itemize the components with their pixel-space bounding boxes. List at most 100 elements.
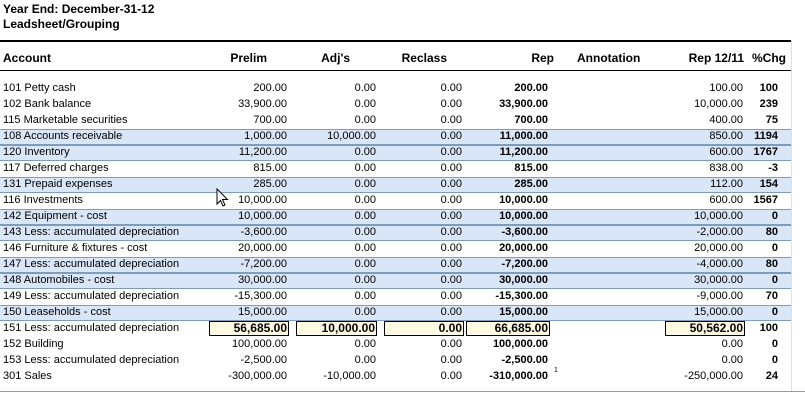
rep-prior-cell: -2,000.00: [696, 226, 743, 238]
rep-prior-cell: 838.00: [709, 162, 743, 174]
table-row[interactable]: 151 Less: accumulated depreciation 56,685…: [0, 321, 791, 337]
reclass-cell: 0.00: [440, 306, 462, 318]
pct-chg-cell: 80: [765, 226, 778, 238]
pct-chg-cell: 70: [765, 290, 778, 302]
pct-chg-cell: 0: [771, 274, 778, 286]
rep-prior-cell[interactable]: 50,562.00: [665, 321, 745, 336]
rep-prior-cell: 400.00: [709, 114, 743, 126]
table-row[interactable]: 120 Inventory 11,200.00 0.00 0.00 11,200.00 6…: [0, 145, 791, 161]
column-header-annotation[interactable]: Annotation: [577, 50, 657, 66]
table-row[interactable]: 102 Bank balance 33,900.00 0.00 0.00 33,900.…: [0, 97, 791, 113]
adjs-cell[interactable]: 10,000.00: [296, 321, 377, 336]
rep-cell: -7,200.00: [501, 258, 548, 270]
column-header-rep-prior[interactable]: Rep 12/11: [660, 50, 744, 66]
table-row[interactable]: 148 Automobiles - cost 30,000.00 0.00 0.00 3…: [0, 273, 791, 289]
pct-chg-cell: 24: [765, 370, 778, 382]
reclass-cell: 0.00: [440, 210, 462, 222]
adjs-cell: 0.00: [354, 290, 376, 302]
rep-prior-cell: 600.00: [709, 146, 743, 158]
rep-prior-cell: 0.00: [721, 354, 743, 366]
table-row[interactable]: 116 Investments 10,000.00 0.00 0.00 10,000.0…: [0, 193, 791, 209]
rep-cell[interactable]: 66,685.00: [466, 321, 550, 336]
reclass-cell: 0.00: [440, 290, 462, 302]
column-header-reclass[interactable]: Reclass: [340, 50, 447, 66]
prelim-cell[interactable]: 56,685.00: [209, 321, 289, 336]
rep-prior-cell: 15,000.00: [694, 306, 743, 318]
adjs-cell: 0.00: [354, 242, 376, 254]
table-row[interactable]: 115 Marketable securities 700.00 0.00 0.00 7…: [0, 113, 791, 129]
rep-prior-cell: 112.00: [710, 178, 743, 190]
adjs-cell: 0.00: [354, 194, 376, 206]
rep-prior-cell: 850.00: [709, 130, 743, 142]
table-row[interactable]: 142 Equipment - cost 10,000.00 0.00 0.00 10,…: [0, 209, 791, 225]
rep-prior-cell: 0.00: [721, 338, 743, 350]
reclass-cell[interactable]: 0.00: [384, 321, 464, 336]
leadsheet-title: Leadsheet/Grouping: [3, 17, 120, 31]
table-row[interactable]: 149 Less: accumulated depreciation -15,30…: [0, 289, 791, 305]
rep-cell: -2,500.00: [501, 354, 548, 366]
rep-prior-cell: -250,000.00: [684, 370, 743, 382]
rep-prior-cell: 100.00: [709, 82, 743, 94]
table-row[interactable]: 150 Leaseholds - cost 15,000.00 0.00 0.00 15…: [0, 305, 791, 321]
pct-chg-cell: 100: [759, 322, 778, 334]
table-row[interactable]: 146 Furniture & fixtures - cost 20,000.00…: [0, 241, 791, 257]
reclass-cell: 0.00: [440, 114, 462, 126]
rep-cell: 11,000.00: [499, 130, 548, 142]
rep-prior-cell: 10,000.00: [694, 98, 743, 110]
pct-chg-cell: 239: [759, 98, 778, 110]
adjs-cell: 0.00: [354, 258, 376, 270]
pct-chg-cell: 1767: [753, 146, 778, 158]
rep-cell: 815.00: [514, 162, 548, 174]
table-row[interactable]: 131 Prepaid expenses 285.00 0.00 0.00 285.00…: [0, 177, 791, 193]
reclass-cell: 0.00: [440, 130, 462, 142]
adjs-cell: 0.00: [354, 114, 376, 126]
reclass-cell: 0.00: [440, 258, 462, 270]
annotation-marker[interactable]: 1: [554, 367, 558, 374]
table-row[interactable]: 147 Less: accumulated depreciation -7,200…: [0, 257, 791, 273]
rep-cell: 11,200.00: [499, 146, 548, 158]
column-header-divider: [0, 70, 791, 71]
rep-cell: 10,000.00: [499, 210, 548, 222]
adjs-cell: 0.00: [354, 226, 376, 238]
rep-cell: 200.00: [514, 82, 548, 94]
adjs-cell: 0.00: [354, 210, 376, 222]
rep-cell: 10,000.00: [499, 194, 548, 206]
pct-chg-cell: 154: [759, 178, 778, 190]
vertical-scrollbar[interactable]: [791, 40, 805, 391]
rep-cell: -310,000.00: [489, 370, 548, 382]
reclass-cell: 0.00: [440, 82, 462, 94]
pct-chg-cell: 0: [771, 306, 778, 318]
rep-cell: -15,300.00: [495, 290, 548, 302]
mouse-cursor-icon: [216, 188, 229, 207]
table-row[interactable]: 101 Petty cash 200.00 0.00 0.00 200.00 100.00…: [0, 81, 791, 97]
reclass-cell: 0.00: [440, 178, 462, 190]
reclass-cell: 0.00: [440, 162, 462, 174]
adjs-cell: 0.00: [354, 82, 376, 94]
pct-chg-cell: 0: [771, 242, 778, 254]
rep-prior-cell: 10,000.00: [694, 210, 743, 222]
table-row[interactable]: 143 Less: accumulated depreciation -3,600…: [0, 225, 791, 241]
reclass-cell: 0.00: [440, 338, 462, 350]
pct-chg-cell: 1194: [754, 130, 778, 142]
rep-prior-cell: 30,000.00: [694, 274, 743, 286]
reclass-cell: 0.00: [440, 354, 462, 366]
rep-cell: 15,000.00: [499, 306, 548, 318]
column-header-adjs[interactable]: Adj's: [250, 50, 350, 66]
column-header-pct-chg[interactable]: %Chg: [746, 50, 786, 66]
status-bar: [0, 391, 805, 409]
rep-cell: -3,600.00: [501, 226, 548, 238]
table-row[interactable]: 108 Accounts receivable 1,000.00 10,000.00…: [0, 129, 791, 145]
adjs-cell: 0.00: [354, 98, 376, 110]
pct-chg-cell: 1567: [753, 194, 778, 206]
reclass-cell: 0.00: [440, 226, 462, 238]
reclass-cell: 0.00: [440, 274, 462, 286]
rep-cell: 20,000.00: [499, 242, 548, 254]
table-row[interactable]: 301 Sales -300,000.00 -10,000.00 0.00 -310,0…: [0, 367, 791, 385]
pct-chg-cell: 80: [765, 258, 778, 270]
table-row[interactable]: 153 Less: accumulated depreciation -2,500…: [0, 353, 791, 369]
pct-chg-cell: 0: [771, 338, 778, 350]
column-header-rep[interactable]: Rep: [460, 50, 554, 66]
table-row[interactable]: 152 Building 100,000.00 0.00 0.00 100,000.00…: [0, 337, 791, 353]
table-row[interactable]: 117 Deferred charges 815.00 0.00 0.00 815.00…: [0, 161, 791, 177]
reclass-cell: 0.00: [440, 370, 462, 382]
